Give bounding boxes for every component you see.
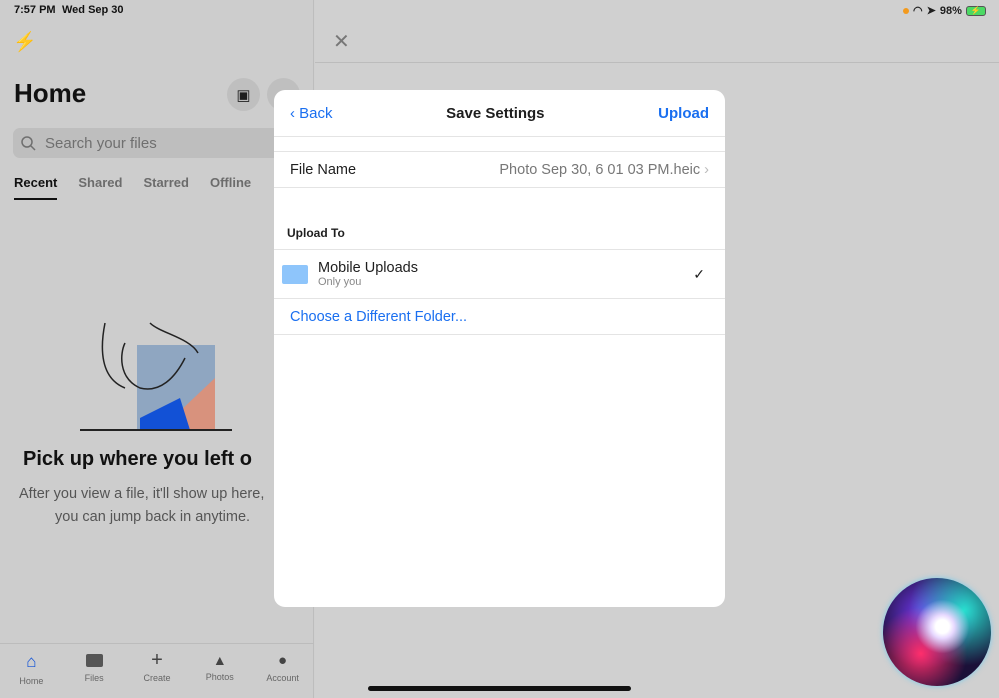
tabs: Recent Shared Starred Offline [14,175,251,200]
upload-photo-button[interactable]: ▣ [227,78,260,111]
search-icon [21,135,36,151]
tabbar-label: Photos [205,672,234,682]
empty-state-text-2: you can jump back in anytime. [55,509,251,525]
wifi-icon: ◠ [913,5,923,17]
tabbar-photos[interactable]: ▲ Photos [195,652,245,698]
file-name-row[interactable]: File Name Photo Sep 30, 6 01 03 PM.heic … [274,151,725,188]
tab-starred[interactable]: Starred [143,175,189,200]
status-indicators: ◠ ➤ 98% ⚡ [903,4,986,17]
modal-header: ‹ Back Save Settings Upload [274,90,725,137]
search-input[interactable]: Search your files [13,128,313,158]
location-icon: ➤ [926,5,936,17]
back-label: Back [299,104,333,122]
folder-icon [282,264,308,284]
tab-shared[interactable]: Shared [78,175,122,200]
folder-icon [85,654,103,667]
modal-title: Save Settings [446,104,545,122]
folder-row[interactable]: Mobile Uploads Only you ✓ [274,250,725,299]
upload-photo-icon: ▣ [236,86,251,104]
file-name-label: File Name [290,161,357,178]
divider [315,62,999,63]
home-indicator[interactable] [368,686,631,691]
account-icon: ● [278,652,288,669]
page-title: Home [14,78,87,108]
tabbar-label: Home [19,676,44,686]
tabbar-home[interactable]: ⌂ Home [6,652,56,698]
choose-folder-button[interactable]: Choose a Different Folder... [274,299,725,335]
bottom-tab-bar: ⌂ Home Files + Create ▲ Photos ● Account [0,643,314,698]
siri-orb-icon [883,578,991,686]
empty-state-heading: Pick up where you left o [23,448,252,470]
tabbar-files[interactable]: Files [69,652,119,698]
tabbar-label: Files [84,673,104,683]
save-settings-modal: ‹ Back Save Settings Upload File Name Ph… [274,90,725,607]
back-button[interactable]: ‹ Back [290,105,333,122]
status-time: 7:57 PM [14,4,56,16]
photos-icon: ▲ [212,652,227,668]
upload-to-header: Upload To [274,224,725,250]
battery-percent: 98% [939,4,962,17]
choose-folder-label: Choose a Different Folder... [290,308,468,325]
battery-icon: ⚡ [965,5,986,16]
tabbar-account[interactable]: ● Account [258,652,308,698]
close-icon[interactable]: ✕ [333,29,350,54]
mic-indicator-icon [903,7,909,14]
folder-sharing: Only you [318,276,362,288]
tab-offline[interactable]: Offline [210,175,251,200]
folder-name: Mobile Uploads [318,260,418,276]
checkmark-icon: ✓ [693,265,705,282]
plus-icon: + [151,649,163,671]
upload-button[interactable]: Upload [658,105,709,122]
chevron-right-icon: › [704,161,709,178]
tab-recent[interactable]: Recent [14,175,58,200]
tabbar-label: Create [143,673,171,683]
tabbar-label: Account [266,673,299,683]
empty-state-illustration [80,322,232,431]
status-date: Wed Sep 30 [62,4,124,16]
chevron-left-icon: ‹ [290,104,300,122]
tabbar-create[interactable]: + Create [132,649,182,698]
lightning-icon[interactable]: ⚡ [13,30,37,54]
file-name-value: Photo Sep 30, 6 01 03 PM.heic [499,161,701,178]
search-placeholder: Search your files [45,134,157,152]
empty-state-text-1: After you view a file, it'll show up her… [19,486,265,502]
home-icon: ⌂ [26,652,37,671]
